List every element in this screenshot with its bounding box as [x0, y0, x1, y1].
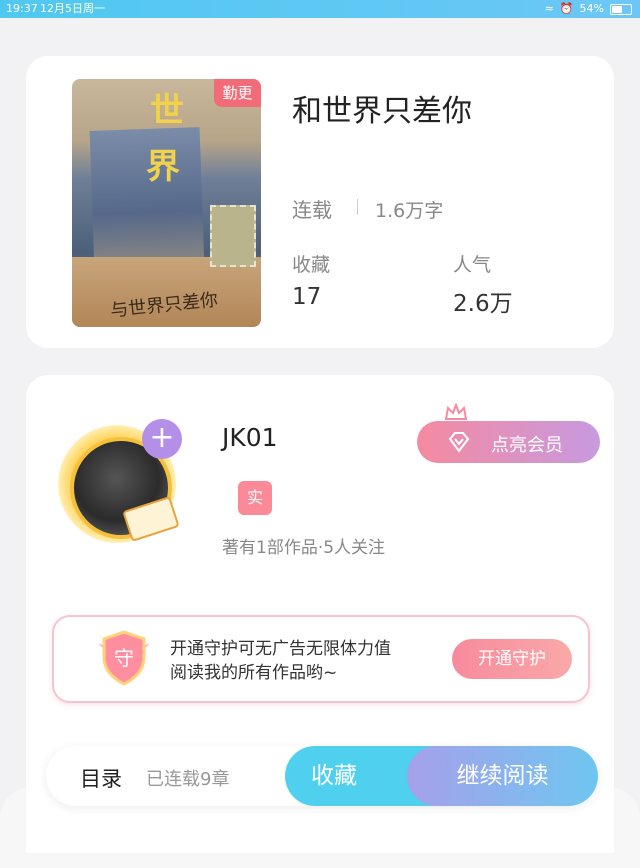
diamond-icon: [448, 432, 470, 453]
continue-reading-button[interactable]: 继续阅读: [407, 746, 598, 806]
status-time: 19:37: [6, 2, 38, 15]
follow-plus-button[interactable]: +: [142, 419, 182, 459]
open-guard-button[interactable]: 开通守护: [452, 639, 572, 679]
toc-button[interactable]: 目录: [80, 763, 122, 793]
guard-line-2: 阅读我的所有作品哟~: [170, 663, 338, 683]
popularity-label: 人气: [453, 254, 492, 276]
status-date: 12月5日周一: [40, 2, 105, 15]
crown-icon: [444, 403, 468, 420]
book-word-count: 1.6万字: [375, 200, 444, 222]
cover-title-char-1: 世: [150, 91, 184, 131]
battery-icon: [610, 3, 632, 15]
status-bar: 19:37 12月5日周一 ≈ ⏰ 54%: [0, 0, 640, 18]
book-cover[interactable]: 世 界 与世界只差你: [72, 79, 261, 327]
vip-button-label: 点亮会员: [491, 435, 563, 456]
vip-button[interactable]: 点亮会员: [417, 421, 600, 463]
author-name[interactable]: JK01: [222, 423, 278, 452]
author-meta: 著有1部作品·5人关注: [222, 538, 386, 558]
wifi-icon: ≈: [544, 2, 554, 15]
verified-badge: 实: [238, 481, 272, 515]
favorites-count: 17: [292, 284, 322, 310]
bottom-action-bar: 目录 已连载9章 收藏 继续阅读: [46, 746, 598, 806]
book-status: 连载: [292, 198, 332, 222]
guard-description: 开通守护可无广告无限体力值 阅读我的所有作品哟~: [170, 637, 391, 685]
status-divider: [357, 199, 358, 215]
book-title: 和世界只差你: [292, 94, 472, 129]
cover-stamp: [210, 205, 256, 267]
status-indicators: ≈ ⏰ 54%: [545, 0, 632, 18]
update-badge: 勤更: [214, 79, 261, 107]
guard-banner[interactable]: 守 开通守护可无广告无限体力值 阅读我的所有作品哟~ 开通守护: [52, 615, 590, 703]
battery-percent: 54%: [579, 2, 604, 15]
shield-char: 守: [114, 646, 134, 670]
alarm-icon: ⏰: [559, 2, 574, 15]
cover-title-char-2: 界: [146, 147, 180, 187]
chapter-count: 已连载9章: [146, 769, 230, 790]
popularity-count: 2.6万: [453, 291, 513, 317]
favorites-label: 收藏: [292, 254, 331, 276]
book-info-card: 世 界 与世界只差你 勤更 和世界只差你 连载 1.6万字 收藏 17 人气 2…: [26, 56, 614, 348]
guard-line-1: 开通守护可无广告无限体力值: [170, 639, 391, 659]
shield-icon: 守: [98, 630, 150, 686]
